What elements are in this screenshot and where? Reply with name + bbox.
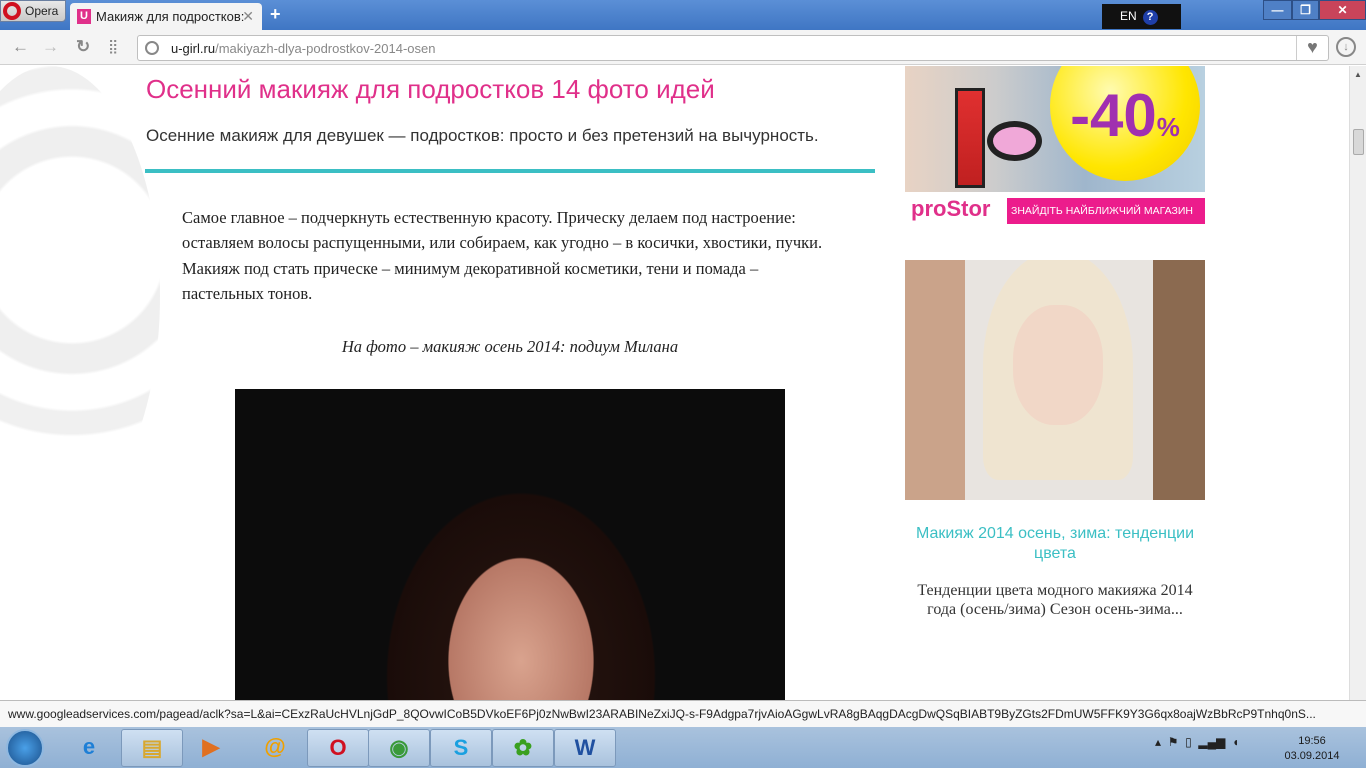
clock-time: 19:56 <box>1298 735 1326 747</box>
language-label: EN <box>1120 9 1137 23</box>
chrome-icon[interactable]: ◉ <box>368 729 430 767</box>
language-bar[interactable]: EN? <box>1102 4 1181 29</box>
divider <box>145 169 875 173</box>
page-subtitle: Осенние макияж для девушек — подростков:… <box>146 126 819 145</box>
url-domain: u-girl.ru <box>171 41 216 56</box>
new-tab-button[interactable]: + <box>270 4 281 25</box>
url-path: /makiyazh-dlya-podrostkov-2014-osen <box>215 41 436 56</box>
photo-caption: На фото – макияж осень 2014: подиум Мила… <box>341 337 679 356</box>
skype-icon[interactable]: S <box>430 729 492 767</box>
opera-logo-icon <box>3 2 21 20</box>
clock[interactable]: 19:56 03.09.2014 <box>1280 734 1344 764</box>
discount-badge: -40% <box>1050 66 1200 181</box>
opera-menu-label: Opera <box>25 4 59 18</box>
percent-sign: % <box>1156 112 1180 142</box>
ad-brand-logo: proStor <box>911 196 991 221</box>
tab-title: Макияж для подростков: <box>96 9 245 24</box>
maximize-button[interactable]: ❐ <box>1292 0 1319 20</box>
ad-banner[interactable]: -40% proStor ЗНАЙДІТЬ НАЙБЛИЖЧИЙ МАГАЗИН <box>905 66 1205 226</box>
blush-image <box>987 121 1042 161</box>
scrollbar-thumb[interactable] <box>1353 129 1364 155</box>
system-tray[interactable]: ▴ ⚑ ▯ ▂▄▆ ◖ <box>1155 735 1239 749</box>
icq-icon[interactable]: ✿ <box>492 729 554 767</box>
clock-date: 03.09.2014 <box>1284 750 1340 762</box>
mail-agent-icon[interactable]: @ <box>244 729 306 767</box>
ie-icon[interactable]: e <box>58 729 120 767</box>
ad-cta[interactable]: ЗНАЙДІТЬ НАЙБЛИЖЧИЙ МАГАЗИН <box>1007 198 1205 224</box>
lipstick-image <box>955 88 985 188</box>
favicon-icon: U <box>77 9 91 24</box>
page-title: Осенний макияж для подростков 14 фото ид… <box>146 74 715 104</box>
window-controls: — ❐ ✕ <box>1263 0 1366 20</box>
sidebar-thumbnail[interactable] <box>905 260 1205 500</box>
start-button[interactable] <box>6 729 44 767</box>
download-icon[interactable]: ↓ <box>1336 37 1356 57</box>
heart-icon[interactable]: ♥ <box>1296 36 1328 60</box>
vertical-scrollbar[interactable]: ▲ <box>1349 66 1366 700</box>
taskbar: e ▤ ▶ @ O ◉ S ✿ W ▴ ⚑ ▯ ▂▄▆ ◖ 19:56 03.09… <box>0 727 1366 768</box>
article-photo <box>235 389 785 700</box>
tab-active[interactable]: U Макияж для подростков: ✕ <box>70 3 262 30</box>
speed-dial-icon[interactable]: ⣿ <box>108 38 118 55</box>
opera-taskbar-icon[interactable]: O <box>307 729 369 767</box>
opera-menu-button[interactable]: Opera <box>0 0 66 22</box>
word-icon[interactable]: W <box>554 729 616 767</box>
back-icon[interactable]: ← <box>12 37 29 57</box>
reload-icon[interactable]: ↻ <box>76 37 90 57</box>
close-tab-icon[interactable]: ✕ <box>242 8 254 25</box>
web-page: Осенний макияж для подростков 14 фото ид… <box>0 66 1349 700</box>
forward-icon[interactable]: → <box>42 37 59 57</box>
address-bar[interactable]: u-girl.ru/makiyazh-dlya-podrostkov-2014-… <box>137 35 1329 61</box>
site-info-icon[interactable] <box>145 41 159 55</box>
minimize-button[interactable]: — <box>1263 0 1292 20</box>
sidebar-excerpt: Тенденции цвета модного макияжа 2014 год… <box>917 582 1193 618</box>
explorer-icon[interactable]: ▤ <box>121 729 183 767</box>
article-paragraph: Самое главное – подчеркнуть естественную… <box>182 208 823 303</box>
media-player-icon[interactable]: ▶ <box>180 729 242 767</box>
scroll-up-icon[interactable]: ▲ <box>1354 70 1362 79</box>
help-icon[interactable]: ? <box>1142 10 1158 25</box>
decorative-swirl <box>0 66 160 526</box>
close-window-button[interactable]: ✕ <box>1319 0 1366 20</box>
sidebar-article-link[interactable]: Макияж 2014 осень, зима: тенденции цвета <box>905 524 1205 564</box>
status-bar: www.googleadservices.com/pagead/aclk?sa=… <box>0 700 1366 727</box>
discount-value: -40 <box>1070 82 1157 149</box>
